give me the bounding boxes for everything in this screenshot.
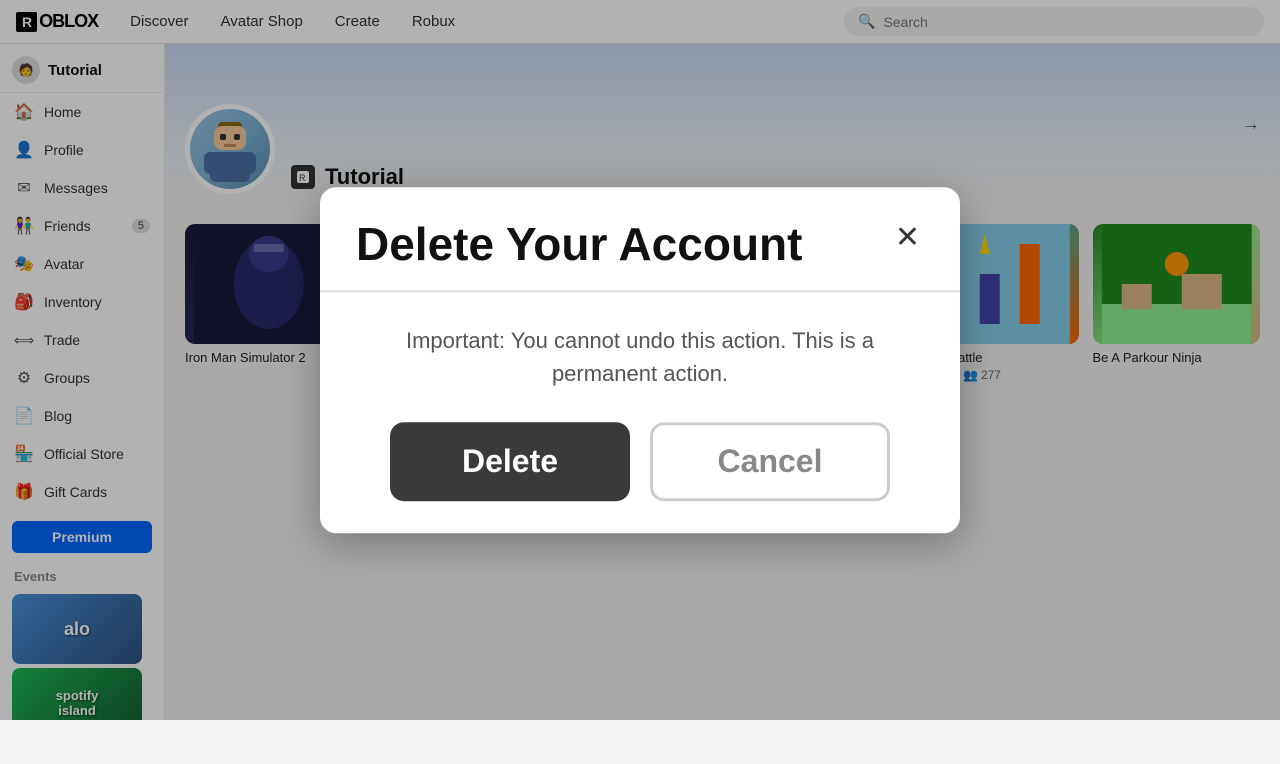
modal-actions: Delete Cancel <box>356 422 924 501</box>
modal-message: Important: You cannot undo this action. … <box>356 324 924 390</box>
delete-account-modal: Delete Your Account ✕ Important: You can… <box>320 187 960 533</box>
modal-body: Important: You cannot undo this action. … <box>320 292 960 533</box>
modal-title: Delete Your Account <box>356 219 802 270</box>
cancel-button[interactable]: Cancel <box>650 422 890 501</box>
modal-close-button[interactable]: ✕ <box>891 219 924 257</box>
modal-header: Delete Your Account ✕ <box>320 187 960 292</box>
delete-button[interactable]: Delete <box>390 422 630 501</box>
